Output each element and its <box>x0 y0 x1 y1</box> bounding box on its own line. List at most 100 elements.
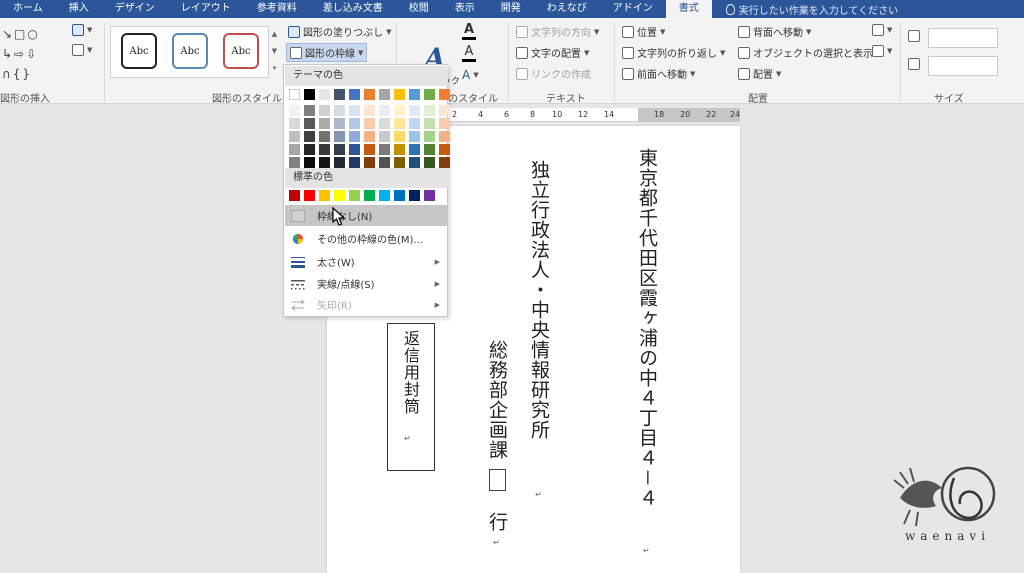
standard-color-swatch[interactable] <box>334 190 345 201</box>
theme-color-swatch[interactable] <box>319 89 330 100</box>
theme-shade-swatch[interactable] <box>439 105 450 116</box>
align-button[interactable]: 配置 ▼ <box>738 66 781 81</box>
tab-layout[interactable]: レイアウト <box>168 0 244 18</box>
theme-shade-swatch[interactable] <box>304 144 315 155</box>
theme-shade-swatch[interactable] <box>439 131 450 142</box>
standard-color-swatch[interactable] <box>424 190 435 201</box>
theme-shade-swatch[interactable] <box>409 157 420 168</box>
theme-shade-swatch[interactable] <box>424 105 435 116</box>
theme-shade-swatch[interactable] <box>319 118 330 129</box>
shape-gallery[interactable]: ↘□○ ↳⇨⇩ ∩{} <box>2 24 68 84</box>
theme-shade-swatch[interactable] <box>364 131 375 142</box>
theme-color-swatch[interactable] <box>379 89 390 100</box>
shape-style-black[interactable]: Abc <box>121 33 157 69</box>
tell-me-box[interactable]: 実行したい作業を入力してください <box>712 0 898 18</box>
theme-shade-swatch[interactable] <box>394 144 405 155</box>
theme-shade-swatch[interactable] <box>394 118 405 129</box>
position-button[interactable]: 位置 ▼ <box>622 24 665 39</box>
theme-color-swatch[interactable] <box>409 89 420 100</box>
department-text[interactable]: 総務部企画課 <box>483 340 511 460</box>
theme-shade-swatch[interactable] <box>379 131 390 142</box>
theme-shade-swatch[interactable] <box>289 157 300 168</box>
shape-fill-button[interactable]: 図形の塗りつぶし ▼ <box>288 24 392 39</box>
horizontal-ruler[interactable]: 2 4 6 8 10 12 14 18 20 22 24 <box>438 108 740 122</box>
tab-mailings[interactable]: 差し込み文書 <box>310 0 396 18</box>
theme-shade-swatch[interactable] <box>409 131 420 142</box>
theme-shade-swatch[interactable] <box>424 118 435 129</box>
theme-shade-swatch[interactable] <box>364 118 375 129</box>
gallery-scroll[interactable]: ▲ ▼ ▾ <box>268 26 280 78</box>
arrows-item[interactable]: 矢印(R) ▶ <box>285 294 448 315</box>
theme-shade-swatch[interactable] <box>349 118 360 129</box>
tab-format[interactable]: 書式 <box>665 0 712 18</box>
more-outline-colors-item[interactable]: その他の枠線の色(M)... <box>285 228 448 249</box>
theme-shade-swatch[interactable] <box>349 144 360 155</box>
standard-color-swatch[interactable] <box>409 190 420 201</box>
theme-shade-swatch[interactable] <box>379 105 390 116</box>
theme-color-swatch[interactable] <box>289 89 300 100</box>
tab-references[interactable]: 参考資料 <box>244 0 310 18</box>
tab-design[interactable]: デザイン <box>102 0 168 18</box>
wrap-text-button[interactable]: 文字列の折り返し ▼ <box>622 45 725 60</box>
theme-shade-swatch[interactable] <box>334 105 345 116</box>
theme-shade-swatch[interactable] <box>319 157 330 168</box>
theme-shade-swatch[interactable] <box>394 131 405 142</box>
theme-color-swatch[interactable] <box>394 89 405 100</box>
theme-shade-swatch[interactable] <box>439 118 450 129</box>
group-objects-icon[interactable]: ▼ <box>872 24 892 36</box>
theme-shade-swatch[interactable] <box>439 157 450 168</box>
theme-shade-swatch[interactable] <box>364 157 375 168</box>
standard-color-swatch[interactable] <box>349 190 360 201</box>
shape-style-blue[interactable]: Abc <box>172 33 208 69</box>
theme-shade-swatch[interactable] <box>394 105 405 116</box>
no-outline-item[interactable]: 枠線なし(N) <box>285 205 448 226</box>
rotate-icon[interactable]: ▼ <box>872 45 892 57</box>
theme-shade-swatch[interactable] <box>334 144 345 155</box>
theme-shade-swatch[interactable] <box>319 105 330 116</box>
theme-color-swatch[interactable] <box>304 89 315 100</box>
text-box-icon[interactable]: ▼ <box>72 44 92 56</box>
theme-shade-swatch[interactable] <box>394 157 405 168</box>
send-backward-button[interactable]: 背面へ移動 ▼ <box>738 24 811 39</box>
theme-shade-swatch[interactable] <box>304 157 315 168</box>
text-effects-button[interactable]: A ▼ <box>462 68 479 82</box>
theme-shade-swatch[interactable] <box>319 144 330 155</box>
theme-color-swatch[interactable] <box>364 89 375 100</box>
standard-color-swatch[interactable] <box>379 190 390 201</box>
theme-shade-swatch[interactable] <box>379 118 390 129</box>
tab-developer[interactable]: 開発 <box>488 0 534 18</box>
return-envelope-textbox[interactable]: 返信用封筒 ↵ <box>387 323 435 471</box>
suffix-text[interactable]: 行 <box>483 512 511 532</box>
theme-shade-swatch[interactable] <box>349 131 360 142</box>
theme-shade-swatch[interactable] <box>304 118 315 129</box>
tab-waenavi[interactable]: わえなび <box>534 0 600 18</box>
theme-shade-swatch[interactable] <box>424 131 435 142</box>
return-envelope-text[interactable]: 返信用封筒 <box>398 330 422 415</box>
align-text-button[interactable]: 文字の配置 ▼ <box>516 45 589 60</box>
theme-shade-swatch[interactable] <box>334 157 345 168</box>
tab-addins[interactable]: アドイン <box>600 0 666 18</box>
theme-shade-swatch[interactable] <box>289 144 300 155</box>
theme-shade-swatch[interactable] <box>289 105 300 116</box>
theme-shade-swatch[interactable] <box>349 105 360 116</box>
theme-shade-swatch[interactable] <box>409 118 420 129</box>
text-outline-button[interactable]: A <box>462 44 476 62</box>
theme-shade-swatch[interactable] <box>304 131 315 142</box>
theme-shade-swatch[interactable] <box>304 105 315 116</box>
address-text[interactable]: 東京都千代田区霞ヶ浦の中４丁目４－４ <box>633 148 661 508</box>
theme-shade-swatch[interactable] <box>289 131 300 142</box>
theme-shade-swatch[interactable] <box>364 105 375 116</box>
shape-outline-button[interactable]: 図形の枠線 ▼ <box>286 43 368 62</box>
tab-review[interactable]: 校閲 <box>396 0 442 18</box>
theme-shade-swatch[interactable] <box>379 144 390 155</box>
theme-shade-swatch[interactable] <box>424 144 435 155</box>
text-fill-button[interactable]: A <box>462 22 476 40</box>
theme-shade-swatch[interactable] <box>289 118 300 129</box>
text-direction-button[interactable]: 文字列の方向 ▼ <box>516 24 599 39</box>
theme-shade-swatch[interactable] <box>364 144 375 155</box>
theme-shade-swatch[interactable] <box>349 157 360 168</box>
standard-color-swatch[interactable] <box>394 190 405 201</box>
shape-style-red[interactable]: Abc <box>223 33 259 69</box>
theme-shade-swatch[interactable] <box>439 144 450 155</box>
theme-color-swatch[interactable] <box>424 89 435 100</box>
